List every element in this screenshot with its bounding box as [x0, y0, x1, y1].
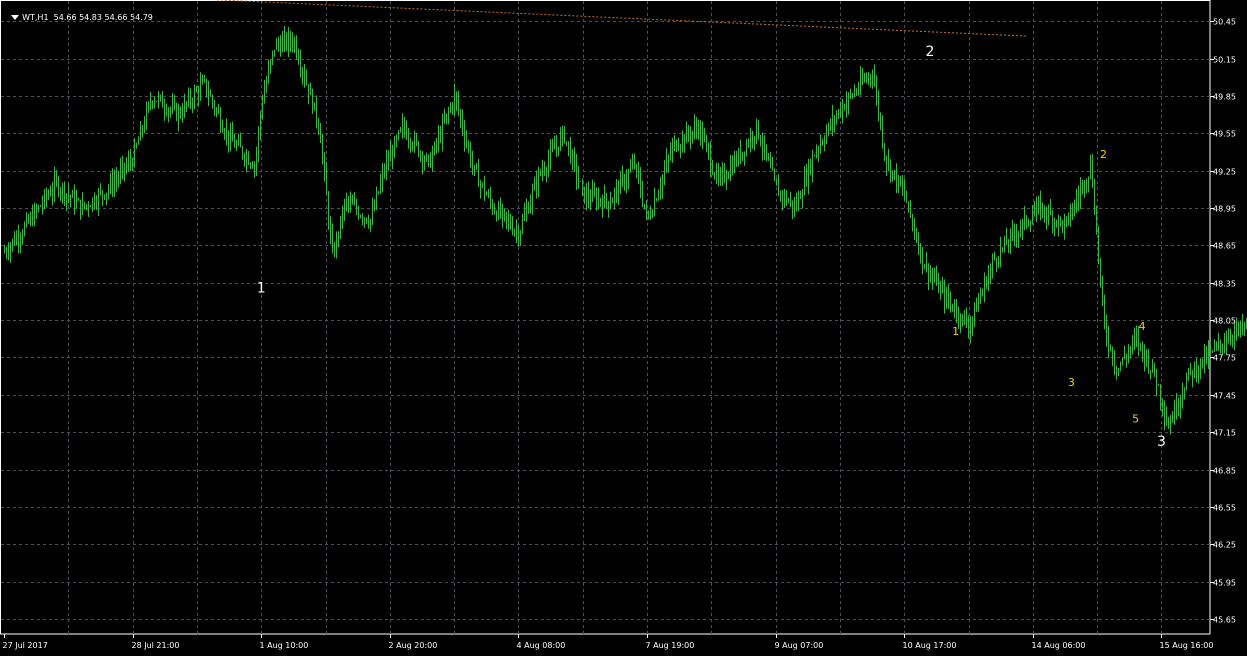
wave-labels: 1212345345aв12213453c45 [257, 44, 1247, 450]
y-tick-label: 46.85 [1213, 467, 1236, 476]
y-tick-label: 46.25 [1213, 541, 1236, 550]
y-tick-label: 48.95 [1213, 205, 1236, 214]
x-tick-label: 14 Aug 06:00 [1032, 641, 1086, 650]
x-tick-label: 4 Aug 08:00 [517, 641, 566, 650]
y-tick-label: 46.55 [1213, 504, 1236, 513]
plot-frame [0, 0, 1211, 635]
x-tick-label: 15 Aug 16:00 [1160, 641, 1214, 650]
y-tick-label: 47.75 [1213, 354, 1236, 363]
y-tick-label: 48.05 [1213, 317, 1236, 326]
price-bars [4, 25, 1247, 435]
trendline [209, 0, 1027, 37]
y-tick-label: 49.55 [1213, 130, 1236, 139]
x-tick-label: 27 Jul 2017 [3, 641, 48, 650]
time-axis: 27 Jul 2017 28 Jul 21:00 1 Aug 10:00 2 Aug … [3, 634, 1214, 650]
x-tick-label: 2 Aug 20:00 [389, 641, 438, 650]
wave-label: 5 [1132, 412, 1139, 425]
x-tick-label: 9 Aug 07:00 [775, 641, 824, 650]
x-tick-label: 10 Aug 17:00 [903, 641, 957, 650]
y-tick-label: 47.45 [1213, 392, 1236, 401]
wave-label: 3 [1068, 376, 1075, 389]
x-tick-label: 1 Aug 10:00 [260, 641, 309, 650]
y-tick-label: 48.35 [1213, 280, 1236, 289]
y-tick-label: 47.15 [1213, 429, 1236, 438]
x-tick-label: 7 Aug 19:00 [646, 641, 695, 650]
trendline-layer [209, 0, 1027, 37]
y-tick-label: 50.45 [1213, 18, 1236, 27]
wave-label: 3 [1157, 434, 1166, 450]
y-tick-label: 50.15 [1213, 56, 1236, 65]
wave-label: 4 [1139, 320, 1146, 333]
y-tick-label: 49.85 [1213, 93, 1236, 102]
y-tick-label: 48.65 [1213, 242, 1236, 251]
y-tick-label: 45.65 [1213, 616, 1236, 625]
grid [0, 0, 1211, 635]
price-axis: 50.45 50.15 49.85 49.55 49.25 48.95 48.65 48.35… [1210, 18, 1236, 625]
price-chart[interactable]: 1212345345aв12213453c45 50.4550.1549.854… [0, 0, 1247, 656]
wave-label: 2 [925, 44, 934, 60]
wave-label: 2 [1100, 148, 1107, 161]
wave-label: 1 [952, 325, 959, 338]
y-tick-label: 45.95 [1213, 579, 1236, 588]
x-tick-label: 28 Jul 21:00 [132, 641, 180, 650]
y-tick-label: 49.25 [1213, 168, 1236, 177]
wave-label: 1 [257, 281, 266, 297]
